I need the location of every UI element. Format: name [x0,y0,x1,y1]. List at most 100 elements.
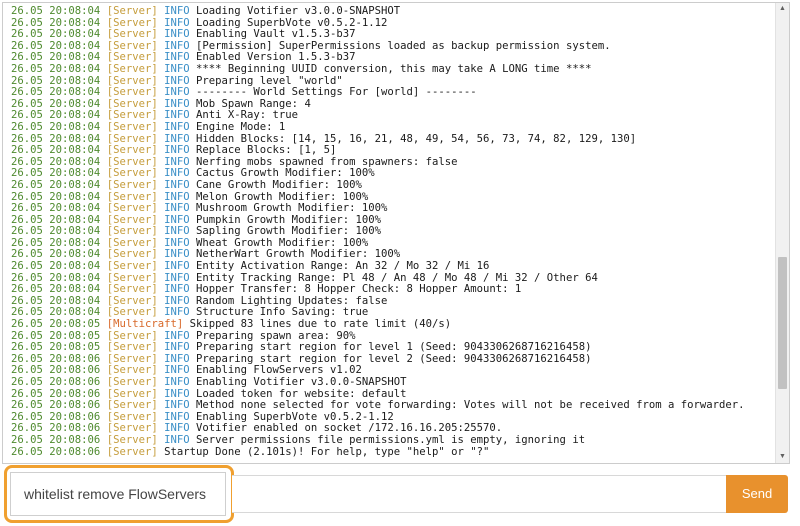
console-line-level: INFO [164,5,190,17]
console-line-timestamp: 26.05 20:08:06 [11,376,101,388]
console-line-message: Startup Done (2.101s)! For help, type "h… [164,445,490,458]
send-button[interactable]: Send [726,475,788,513]
console-line-timestamp: 26.05 20:08:04 [11,120,101,133]
console-line-timestamp: 26.05 20:08:04 [11,248,101,261]
console-line-source: [Server] [106,376,158,388]
console-line-timestamp: 26.05 20:08:04 [11,306,101,319]
console-line-level: INFO [164,341,190,354]
console-line-level: INFO [164,260,190,273]
console-line-source: [Server] [106,352,158,365]
console-line-timestamp: 26.05 20:08:04 [11,51,101,64]
console-line-level: INFO [164,329,190,342]
console-line-level: INFO [164,352,190,365]
console-line-source: [Server] [106,74,158,87]
console-line-source: [Server] [106,294,158,307]
console-scrollbar[interactable]: ▲ ▼ [775,3,789,463]
console-line-source: [Multicraft] [106,318,184,331]
console-line-message: [Permission] SuperPermissions loaded as … [196,39,611,52]
console-line-level: INFO [164,376,190,388]
console-line-timestamp: 26.05 20:08:04 [11,109,101,122]
console-line-level: INFO [164,294,190,307]
console-line-level: INFO [164,190,190,203]
console-line-source: [Server] [106,283,158,296]
console-line-timestamp: 26.05 20:08:04 [11,86,101,99]
console-line-timestamp: 26.05 20:08:04 [11,271,101,284]
console-line-source: [Server] [106,387,158,400]
console-line-message: Entity Activation Range: An 32 / Mo 32 /… [196,260,490,273]
console-line-level: INFO [164,16,190,29]
console-line-timestamp: 26.05 20:08:06 [11,387,101,400]
console-line-timestamp: 26.05 20:08:06 [11,410,101,423]
scroll-down-arrow-icon[interactable]: ▼ [776,451,789,463]
console-line-message: Nerfing mobs spawned from spawners: fals… [196,155,458,168]
console-line-level: INFO [164,202,190,215]
console-line-message: Structure Info Saving: true [196,306,369,319]
console-line-timestamp: 26.05 20:08:04 [11,16,101,29]
console-line-timestamp: 26.05 20:08:06 [11,399,101,412]
console-line-level: INFO [164,120,190,133]
console-line-source: [Server] [106,410,158,423]
console-line-timestamp: 26.05 20:08:04 [11,190,101,203]
console-line-level: INFO [164,306,190,319]
console-line-source: [Server] [106,248,158,261]
console-line-source: [Server] [106,86,158,99]
console-panel: 26.05 20:08:04 [Server] INFO Loading Vot… [2,2,790,464]
console-line-timestamp: 26.05 20:08:04 [11,167,101,180]
console-line-timestamp: 26.05 20:08:04 [11,74,101,87]
console-line-source: [Server] [106,167,158,180]
console-line-source: [Server] [106,144,158,157]
console-line-level: INFO [164,178,190,191]
console-line-message: Enabling FlowServers v1.02 [196,364,362,377]
console-line-timestamp: 26.05 20:08:04 [11,178,101,191]
console-line-timestamp: 26.05 20:08:06 [11,364,101,377]
console-line-timestamp: 26.05 20:08:05 [11,329,101,342]
command-input-extension[interactable] [232,475,726,513]
console-line-source: [Server] [106,329,158,342]
command-input[interactable]: whitelist remove FlowServers [10,472,226,516]
console-line-level: INFO [164,109,190,122]
console-line-message: Engine Mode: 1 [196,120,286,133]
console-line-source: [Server] [106,422,158,435]
scrollbar-thumb[interactable] [778,257,787,389]
console-line-timestamp: 26.05 20:08:04 [11,283,101,296]
console-line-message: Preparing start region for level 2 (Seed… [196,352,592,365]
console-line-source: [Server] [106,260,158,273]
console-line-level: INFO [164,399,190,412]
console-line-message: Hopper Transfer: 8 Hopper Check: 8 Hoppe… [196,283,522,296]
console-line-source: [Server] [106,445,158,458]
console-line-source: [Server] [106,51,158,64]
console-line-level: INFO [164,422,190,435]
console-line-level: INFO [164,364,190,377]
console-line-message: Enabling Votifier v3.0.0-SNAPSHOT [196,376,407,388]
console-line-message: Random Lighting Updates: false [196,294,388,307]
console-line-level: INFO [164,144,190,157]
console-line-timestamp: 26.05 20:08:04 [11,5,101,17]
console-line-level: INFO [164,28,190,41]
console-line-message: Method none selected for vote forwarding… [196,399,745,412]
console-line-message: Preparing spawn area: 90% [196,329,356,342]
console-line-source: [Server] [106,178,158,191]
console-line-source: [Server] [106,399,158,412]
console-line-source: [Server] [106,97,158,110]
console-line-source: [Server] [106,433,158,446]
console-line-timestamp: 26.05 20:08:04 [11,294,101,307]
console-line-message: Preparing level "world" [196,74,343,87]
console-line-source: [Server] [106,202,158,215]
console-line-source: [Server] [106,306,158,319]
console-line-timestamp: 26.05 20:08:05 [11,318,101,331]
console-line-timestamp: 26.05 20:08:04 [11,260,101,273]
console-line-message: Cane Growth Modifier: 100% [196,178,362,191]
console-line-level: INFO [164,248,190,261]
console-line-source: [Server] [106,120,158,133]
console-line-level: INFO [164,62,190,75]
console-log: 26.05 20:08:04 [Server] INFO Loading Vot… [3,3,775,463]
console-line-timestamp: 26.05 20:08:04 [11,155,101,168]
scroll-up-arrow-icon[interactable]: ▲ [776,3,789,15]
console-line-level: INFO [164,39,190,52]
console-line-level: INFO [164,155,190,168]
console-line-message: Sapling Growth Modifier: 100% [196,225,381,238]
console-line-timestamp: 26.05 20:08:04 [11,236,101,249]
console-line-level: INFO [164,283,190,296]
console-line-message: -------- World Settings For [world] ----… [196,86,477,99]
console-line-message: Loading Votifier v3.0.0-SNAPSHOT [196,5,401,17]
